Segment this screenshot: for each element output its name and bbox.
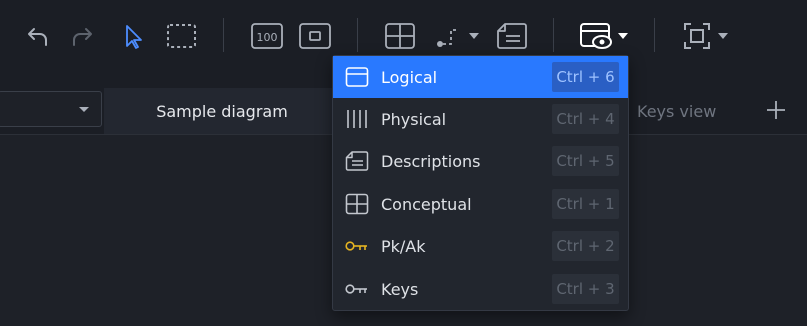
display-mode-menu: Logical Ctrl + 6 Physical Ctrl + 4 Descr… (332, 55, 629, 311)
fit-to-screen-icon[interactable] (297, 18, 333, 54)
undo-icon[interactable] (18, 18, 54, 54)
capture-icon[interactable] (679, 18, 715, 54)
menu-item-label: Keys (381, 279, 419, 299)
note-icon[interactable] (494, 18, 530, 54)
keys-icon (345, 277, 369, 301)
menu-item-label: Descriptions (381, 151, 481, 171)
display-mode-icon[interactable] (578, 18, 614, 54)
menu-item-conceptual[interactable]: Conceptual Ctrl + 1 (333, 183, 628, 225)
chevron-down-icon (79, 107, 89, 112)
diagram-select[interactable] (0, 91, 102, 127)
line-icon[interactable] (430, 18, 466, 54)
zoom-100-label: 100 (257, 31, 278, 44)
line-dropdown-caret-icon[interactable] (469, 33, 479, 39)
descriptions-icon (345, 149, 369, 173)
menu-item-logical[interactable]: Logical Ctrl + 6 (333, 56, 628, 98)
shortcut-badge: Ctrl + 4 (552, 104, 619, 134)
menu-item-label: Conceptual (381, 194, 472, 214)
table-icon[interactable] (382, 18, 418, 54)
pk-ak-key-icon (345, 234, 369, 258)
toolbar-separator (357, 18, 358, 52)
menu-item-label: Pk/Ak (381, 236, 426, 256)
menu-item-pk-ak[interactable]: Pk/Ak Ctrl + 2 (333, 225, 628, 267)
menu-item-descriptions[interactable]: Descriptions Ctrl + 5 (333, 140, 628, 182)
shortcut-badge: Ctrl + 5 (552, 146, 619, 176)
tab-sample-diagram[interactable]: Sample diagram (104, 88, 340, 134)
tab-keys-view[interactable]: Keys view (637, 88, 716, 134)
tab-label: Keys view (637, 101, 717, 121)
toolbar-separator (553, 18, 554, 52)
tab-label: Sample diagram (156, 101, 288, 121)
capture-caret-icon[interactable] (718, 33, 728, 39)
display-mode-caret-icon[interactable] (618, 33, 628, 39)
logical-icon (345, 65, 369, 89)
plus-icon (767, 101, 785, 119)
physical-icon (345, 107, 369, 131)
conceptual-icon (345, 192, 369, 216)
shortcut-badge: Ctrl + 2 (552, 231, 619, 261)
menu-item-keys[interactable]: Keys Ctrl + 3 (333, 268, 628, 310)
redo-icon[interactable] (66, 18, 102, 54)
toolbar-separator (654, 18, 655, 52)
pointer-icon[interactable] (114, 18, 150, 54)
toolbar-separator (223, 18, 224, 52)
add-tab-button[interactable] (764, 98, 788, 122)
shortcut-badge: Ctrl + 3 (552, 274, 619, 304)
menu-item-physical[interactable]: Physical Ctrl + 4 (333, 98, 628, 140)
marquee-select-icon[interactable] (163, 18, 199, 54)
zoom-100-icon[interactable]: 100 (249, 18, 285, 54)
shortcut-badge: Ctrl + 1 (552, 189, 619, 219)
menu-item-label: Logical (381, 67, 438, 87)
shortcut-badge: Ctrl + 6 (552, 62, 619, 92)
menu-item-label: Physical (381, 109, 447, 129)
